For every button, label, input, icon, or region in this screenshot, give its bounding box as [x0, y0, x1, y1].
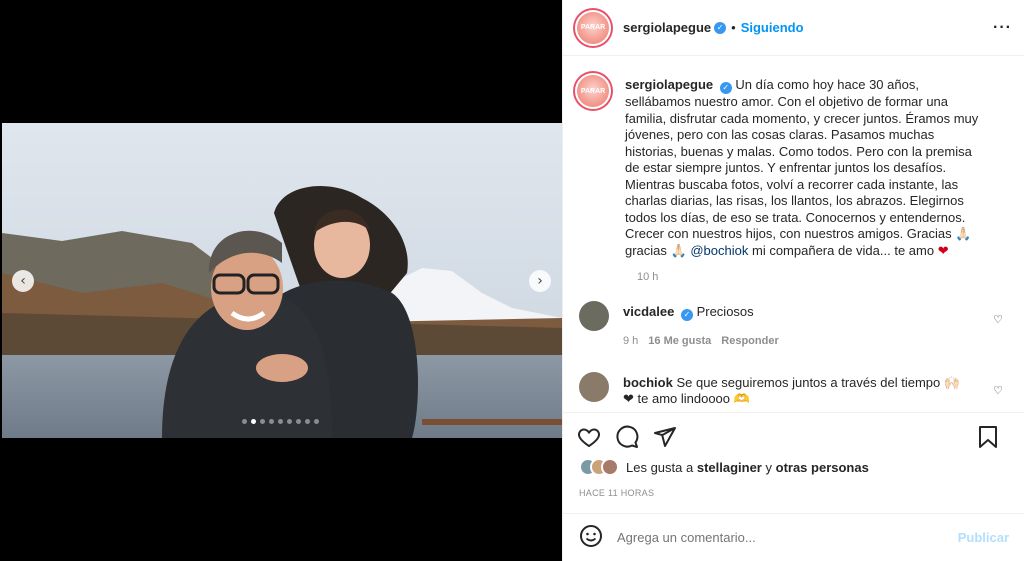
follow-status-button[interactable]: Siguiendo [741, 20, 804, 35]
heart-emoji: ❤ [937, 242, 949, 258]
comment-item: vicdalee ✓ Preciosos 9 h 16 Me gusta Res… [575, 301, 1009, 350]
caption-author-avatar[interactable]: PARAR [575, 73, 611, 109]
post-timestamp: HACE 11 HORAS [579, 488, 655, 498]
comment-item: bochiok Se que seguiremos juntos a travé… [575, 371, 1009, 408]
verified-badge-icon: ✓ [680, 309, 693, 321]
liker-avatar[interactable] [601, 458, 619, 476]
comment-input[interactable] [617, 530, 917, 545]
author-username[interactable]: sergiolapegue [623, 20, 711, 35]
carousel-dot [278, 419, 283, 424]
reply-button[interactable]: Responder [721, 333, 778, 350]
caption-text: sergiolapegue ✓ Un día como hoy hace 30 … [625, 73, 985, 259]
post-header: PARAR sergiolapegue ✓ • Siguiendo ··· [563, 0, 1024, 56]
comment-avatar[interactable] [579, 301, 609, 331]
carousel-dots [242, 419, 319, 424]
comment-username[interactable]: bochiok [623, 375, 673, 390]
chevron-right-icon: › [537, 273, 543, 289]
author-avatar[interactable]: PARAR [575, 9, 611, 46]
caption-ending: mi compañera de vida... te amo [751, 242, 935, 258]
likes-text: Les gusta a stellaginer y otras personas [626, 459, 869, 475]
caption-body: Un día como hoy hace 30 años, sellábamos… [625, 77, 979, 258]
post-panel: PARAR sergiolapegue ✓ • Siguiendo ··· PA… [562, 0, 1024, 561]
chevron-left-icon: ‹ [20, 273, 26, 289]
carousel-dot [269, 419, 274, 424]
comment-composer: Publicar [563, 513, 1024, 561]
comment-avatar[interactable] [579, 371, 609, 402]
post-caption: PARAR sergiolapegue ✓ Un día como hoy ha… [575, 73, 1009, 259]
carousel-next-button[interactable]: › [529, 270, 551, 292]
likes-summary: Les gusta a stellaginer y otras personas [579, 458, 869, 476]
carousel-dot [251, 419, 256, 424]
post-actions-bar [563, 412, 1024, 452]
comment-meta: 9 h 16 Me gusta Responder [623, 333, 963, 350]
like-heart-icon[interactable] [577, 425, 601, 449]
couple-photo [2, 123, 562, 438]
publish-button[interactable]: Publicar [958, 530, 1009, 545]
verified-badge-icon: ✓ [719, 82, 732, 94]
post-photo [2, 123, 562, 438]
comment-like-heart-icon[interactable]: ♡ [993, 313, 1003, 326]
carousel-prev-button[interactable]: ‹ [12, 270, 34, 292]
comment-bubble-icon[interactable] [615, 425, 639, 449]
post-media: ‹ › [0, 0, 562, 561]
comment-text: Se que seguiremos juntos a través del ti… [623, 374, 961, 407]
post-modal: ‹ › PARAR sergiolapegue ✓ • Siguiendo ··… [0, 0, 1024, 561]
caption-mention-link[interactable]: @bochiok [690, 243, 748, 258]
carousel-dot [242, 419, 247, 424]
other-likers-link[interactable]: otras personas [776, 460, 869, 475]
caption-time: 10 h [637, 271, 659, 283]
carousel-dot [314, 419, 319, 424]
comment-likes-link[interactable]: 16 Me gusta [648, 333, 711, 350]
comment-time: 9 h [623, 335, 639, 347]
comment-username[interactable]: vicdalee [623, 304, 674, 319]
separator-dot: • [731, 20, 736, 35]
share-paper-plane-icon[interactable] [653, 425, 677, 449]
comment-like-heart-icon[interactable]: ♡ [993, 384, 1003, 397]
carousel-dot [305, 419, 310, 424]
emoji-smiley-icon[interactable] [579, 524, 603, 551]
liker-username-link[interactable]: stellaginer [697, 460, 762, 475]
caption-username[interactable]: sergiolapegue [625, 77, 713, 92]
carousel-dot [296, 419, 301, 424]
verified-badge-icon: ✓ [714, 21, 727, 34]
comments-area: PARAR sergiolapegue ✓ Un día como hoy ha… [563, 57, 1024, 412]
carousel-dot [287, 419, 292, 424]
save-bookmark-icon[interactable] [977, 425, 999, 449]
carousel-dot [260, 419, 265, 424]
more-options-icon[interactable]: ··· [993, 19, 1012, 37]
comment-text: Preciosos [696, 304, 754, 319]
